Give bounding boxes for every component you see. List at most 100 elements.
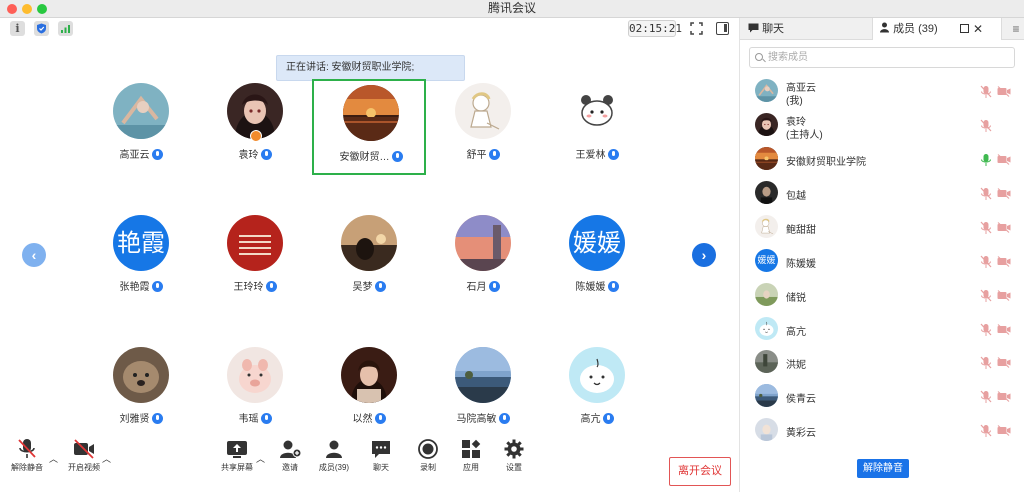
- search-icon: [755, 53, 763, 61]
- panel-menu-icon[interactable]: ≡: [1008, 18, 1024, 40]
- participant-name: 王爱林: [540, 146, 654, 161]
- camera-off-icon[interactable]: [997, 222, 1011, 233]
- minimize-window-button[interactable]: [22, 4, 32, 14]
- participant-tile[interactable]: 石月: [426, 211, 540, 307]
- participant-tile[interactable]: 王玲玲: [198, 211, 312, 307]
- layout-toggle-icon[interactable]: [716, 22, 729, 35]
- member-row[interactable]: 高亢: [740, 313, 1024, 347]
- close-icon[interactable]: ✕: [973, 18, 983, 40]
- participant-tile[interactable]: 安徽财贸…: [312, 79, 426, 175]
- participant-tile[interactable]: 艳霞 张艳霞: [84, 211, 198, 307]
- tab-members[interactable]: 成员 (39) ✕: [872, 18, 1002, 40]
- mic-muted-icon[interactable]: [980, 187, 992, 201]
- mic-icon: [260, 413, 272, 424]
- member-row[interactable]: 包越: [740, 177, 1024, 211]
- mic-muted-icon[interactable]: [980, 323, 992, 337]
- meeting-timer: 02:15:21: [628, 20, 682, 37]
- camera-off-icon[interactable]: [997, 188, 1011, 199]
- mic-icon: [602, 413, 614, 424]
- zoom-window-button[interactable]: [37, 4, 47, 14]
- camera-off-icon[interactable]: [997, 357, 1011, 368]
- members-button[interactable]: 成员(39): [312, 436, 356, 486]
- avatar: 媛媛: [755, 249, 778, 272]
- mic-muted-icon[interactable]: [980, 255, 992, 269]
- mic-muted-icon[interactable]: [980, 424, 992, 438]
- member-row[interactable]: 安徽财贸职业学院: [740, 143, 1024, 177]
- fullscreen-icon[interactable]: [690, 22, 703, 35]
- participant-name: 高亚云: [84, 146, 198, 161]
- host-badge-icon: [250, 130, 262, 142]
- next-page-button[interactable]: ›: [692, 243, 716, 267]
- member-row[interactable]: 鲍甜甜: [740, 211, 1024, 245]
- apps-button[interactable]: 应用: [449, 436, 493, 486]
- info-icon[interactable]: [10, 21, 25, 36]
- participant-tile[interactable]: 马院高敏: [426, 343, 540, 439]
- participant-tile[interactable]: 韦瑶: [198, 343, 312, 439]
- unmute-all-button[interactable]: 解除静音: [857, 459, 909, 478]
- invite-button[interactable]: 邀请: [268, 436, 312, 486]
- tab-chat[interactable]: 聊天: [748, 18, 870, 40]
- member-row[interactable]: 黄彩云: [740, 414, 1024, 448]
- mic-muted-icon[interactable]: [980, 356, 992, 370]
- camera-off-icon[interactable]: [997, 256, 1011, 267]
- share-screen-button[interactable]: 共享屏幕: [215, 436, 259, 486]
- shield-icon[interactable]: [34, 21, 49, 36]
- avatar: [569, 83, 625, 139]
- settings-button[interactable]: 设置: [492, 436, 536, 486]
- share-screen-icon: [225, 438, 249, 460]
- camera-off-icon[interactable]: [997, 391, 1011, 402]
- camera-off-icon[interactable]: [997, 290, 1011, 301]
- member-row[interactable]: 侯青云: [740, 380, 1024, 414]
- record-button[interactable]: 录制: [406, 436, 450, 486]
- participant-tile[interactable]: 以然: [312, 343, 426, 439]
- avatar: [755, 147, 778, 170]
- add-user-icon: [278, 438, 302, 460]
- participant-tile[interactable]: 袁玲: [198, 79, 312, 175]
- prev-page-button[interactable]: ‹: [22, 243, 46, 267]
- share-options-chevron-icon[interactable]: ︿: [256, 452, 265, 465]
- member-name: 储锐: [786, 293, 806, 304]
- pop-out-icon[interactable]: [960, 24, 969, 33]
- participant-tile[interactable]: 高亚云: [84, 79, 198, 175]
- close-window-button[interactable]: [7, 4, 17, 14]
- participant-name: 高亢: [540, 410, 654, 425]
- avatar: [755, 113, 778, 136]
- chat-icon: [369, 438, 393, 460]
- chat-button[interactable]: 聊天: [359, 436, 403, 486]
- mic-muted-icon[interactable]: [980, 85, 992, 99]
- leave-meeting-button[interactable]: 离开会议: [669, 457, 731, 486]
- member-row[interactable]: 袁玲 (主持人): [740, 109, 1024, 143]
- avatar: [755, 79, 778, 102]
- camera-off-icon[interactable]: [997, 86, 1011, 97]
- participant-tile[interactable]: 刘雅贤: [84, 343, 198, 439]
- participant-name: 安徽财贸…: [314, 148, 428, 163]
- mic-muted-icon[interactable]: [980, 221, 992, 235]
- avatar: 媛媛: [569, 215, 625, 271]
- member-search-input[interactable]: 搜索成员: [749, 47, 1015, 68]
- member-row[interactable]: 洪妮: [740, 346, 1024, 380]
- member-row[interactable]: 储锐: [740, 279, 1024, 313]
- member-row[interactable]: 高亚云 (我): [740, 75, 1024, 109]
- camera-off-icon[interactable]: [997, 154, 1011, 165]
- mic-icon: [151, 281, 163, 292]
- audio-options-chevron-icon[interactable]: ︿: [49, 452, 58, 465]
- member-row[interactable]: 媛媛 陈媛媛: [740, 245, 1024, 279]
- participant-tile[interactable]: 媛媛 陈媛媛: [540, 211, 654, 307]
- participant-tile[interactable]: 舒平: [426, 79, 540, 175]
- camera-off-icon[interactable]: [997, 425, 1011, 436]
- camera-off-icon[interactable]: [997, 324, 1011, 335]
- participant-tile[interactable]: 王爱林: [540, 79, 654, 175]
- mic-icon: [151, 149, 163, 160]
- signal-icon[interactable]: [58, 21, 73, 36]
- mic-muted-icon[interactable]: [980, 289, 992, 303]
- mic-icon[interactable]: [980, 153, 992, 167]
- start-video-button[interactable]: 开启视频: [62, 436, 106, 486]
- mic-muted-icon[interactable]: [980, 390, 992, 404]
- video-options-chevron-icon[interactable]: ︿: [102, 452, 111, 465]
- participant-tile[interactable]: 吴梦: [312, 211, 426, 307]
- window-title: 腾讯会议: [487, 1, 536, 15]
- unmute-button[interactable]: 解除静音: [5, 436, 49, 486]
- participant-name: 石月: [426, 278, 540, 293]
- mic-muted-icon[interactable]: [980, 119, 992, 133]
- participant-tile[interactable]: 高亢: [540, 343, 654, 439]
